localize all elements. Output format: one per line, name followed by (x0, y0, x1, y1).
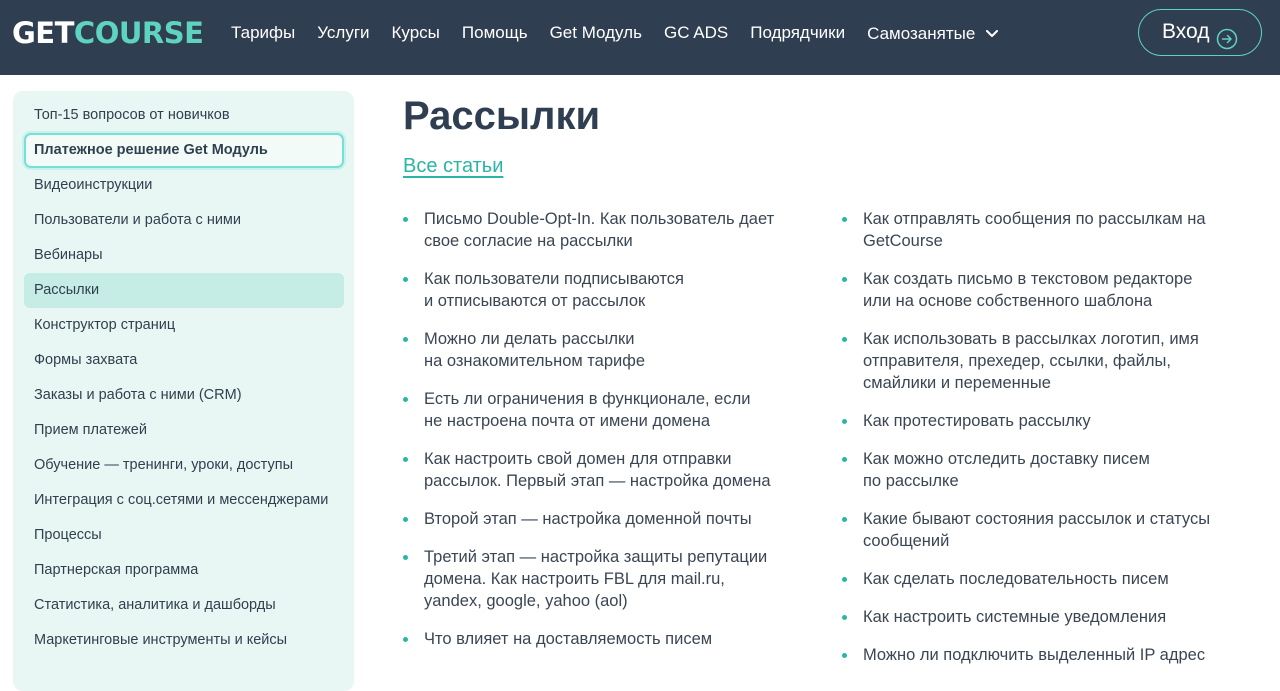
sidebar-item-payments[interactable]: Прием платежей (24, 413, 344, 448)
sidebar-item-get-module-payment[interactable]: Платежное решение Get Модуль (24, 133, 344, 168)
article-line: Как настроить системные уведомления (863, 608, 1167, 626)
article-line: свое согласие на рассылки (424, 232, 633, 250)
article-link[interactable]: Второй этап — настройка доменной почты (403, 508, 813, 530)
article-line: или на основе собственного шаблона (863, 292, 1153, 310)
article-line: GetCourse (863, 232, 943, 250)
nav-self-employed[interactable]: Самозанятые (856, 22, 1009, 44)
article-line: и отписываются от рассылок (424, 292, 646, 310)
article-link[interactable]: Можно ли делать рассылки на ознакомитель… (403, 328, 813, 372)
article-line: Как пользователи подписываются (424, 270, 684, 288)
article-line: не настроена почта от имени домена (424, 412, 711, 430)
sidebar-item-webinars[interactable]: Вебинары (24, 238, 344, 273)
article-line: Третий этап — настройка защиты репутации (424, 548, 768, 566)
all-articles-link[interactable]: Все статьи (403, 154, 503, 178)
article-line: Что влияет на доставляемость писем (424, 630, 713, 648)
article-line: Второй этап — настройка доменной почты (424, 510, 752, 528)
article-line: Как использовать в рассылках логотип, им… (863, 330, 1199, 348)
sidebar-item-mailings[interactable]: Рассылки (24, 273, 344, 308)
sidebar-item-orders-crm[interactable]: Заказы и работа с ними (CRM) (24, 378, 344, 413)
nav-tariffs[interactable]: Тарифы (220, 22, 306, 44)
arrow-right-circle-icon (1216, 22, 1238, 66)
sidebar-item-video-instructions[interactable]: Видеоинструкции (24, 168, 344, 203)
article-link[interactable]: Третий этап — настройка защиты репутации… (403, 546, 813, 612)
sidebar-item-top15[interactable]: Топ-15 вопросов от новичков (24, 98, 344, 133)
article-link[interactable]: Как можно отследить доставку писем по ра… (842, 448, 1252, 492)
article-line: Можно ли подключить выделенный IP адрес (863, 646, 1206, 664)
article-link[interactable]: Какие бывают состояния рассылок и статус… (842, 508, 1252, 552)
article-link[interactable]: Как настроить системные уведомления (842, 606, 1252, 628)
article-line: Как можно отследить доставку писем (863, 450, 1150, 468)
sidebar-item-processes[interactable]: Процессы (24, 518, 344, 553)
sidebar-item-marketing[interactable]: Маркетинговые инструменты и кейсы (24, 623, 344, 658)
article-link[interactable]: Как сделать последовательность писем (842, 568, 1252, 590)
article-line: Как настроить свой домен для отправки (424, 450, 732, 468)
article-link[interactable]: Как пользователи подписываются и отписыв… (403, 268, 813, 312)
nav-self-employed-label: Самозанятые (867, 24, 976, 43)
nav-services[interactable]: Услуги (306, 22, 380, 44)
nav-contractors[interactable]: Подрядчики (739, 22, 856, 44)
article-link[interactable]: Как протестировать рассылку (842, 410, 1252, 432)
articles-column-right: Как отправлять сообщения по рассылкам на… (842, 208, 1252, 682)
article-line: Как сделать последовательность писем (863, 570, 1169, 588)
articles-column-left: Письмо Double-Opt-In. Как пользователь д… (403, 208, 813, 666)
help-categories-sidebar: Топ-15 вопросов от новичков Платежное ре… (13, 91, 354, 691)
chevron-down-icon (986, 22, 999, 44)
article-link[interactable]: Как создать письмо в текстовом редакторе… (842, 268, 1252, 312)
article-line: Можно ли делать рассылки (424, 330, 635, 348)
sidebar-item-social-integration[interactable]: Интеграция с соц.сетями и мессенджерами (24, 483, 344, 518)
logo-course: COURSE (73, 16, 204, 50)
getcourse-logo[interactable]: GETCOURSE (12, 16, 204, 50)
article-line: на ознакомительном тарифе (424, 352, 645, 370)
article-line: yandex, google, yahoo (aol) (424, 592, 628, 610)
nav-help[interactable]: Помощь (451, 22, 539, 44)
nav-get-module[interactable]: Get Модуль (539, 22, 653, 44)
article-link[interactable]: Как настроить свой домен для отправки ра… (403, 448, 813, 492)
article-line: Какие бывают состояния рассылок и статус… (863, 510, 1211, 528)
article-link[interactable]: Что влияет на доставляемость писем (403, 628, 813, 650)
login-label: Вход (1162, 20, 1210, 43)
article-line: домена. Как настроить FBL для mail.ru, (424, 570, 725, 588)
article-line: Есть ли ограничения в функционале, если (424, 390, 751, 408)
page-title: Рассылки (403, 94, 601, 138)
sidebar-item-capture-forms[interactable]: Формы захвата (24, 343, 344, 378)
article-link[interactable]: Как использовать в рассылках логотип, им… (842, 328, 1252, 394)
article-line: сообщений (863, 532, 950, 550)
sidebar-item-statistics[interactable]: Статистика, аналитика и дашборды (24, 588, 344, 623)
article-line: Как отправлять сообщения по рассылкам на (863, 210, 1206, 228)
nav-courses[interactable]: Курсы (381, 22, 451, 44)
article-line: по рассылке (863, 472, 959, 490)
nav-gc-ads[interactable]: GC ADS (653, 22, 739, 44)
login-button[interactable]: Вход (1138, 9, 1262, 56)
logo-get: GET (12, 16, 74, 50)
sidebar-item-users[interactable]: Пользователи и работа с ними (24, 203, 344, 238)
sidebar-item-affiliate[interactable]: Партнерская программа (24, 553, 344, 588)
article-link[interactable]: Есть ли ограничения в функционале, если … (403, 388, 813, 432)
sidebar-item-education[interactable]: Обучение — тренинги, уроки, доступы (24, 448, 344, 483)
article-link[interactable]: Письмо Double-Opt-In. Как пользователь д… (403, 208, 813, 252)
main-nav: Тарифы Услуги Курсы Помощь Get Модуль GC… (220, 22, 1009, 44)
top-header: GETCOURSE Тарифы Услуги Курсы Помощь Get… (0, 0, 1280, 75)
article-line: рассылок. Первый этап — настройка домена (424, 472, 771, 490)
article-link[interactable]: Можно ли подключить выделенный IP адрес (842, 644, 1252, 666)
article-line: Как создать письмо в текстовом редакторе (863, 270, 1193, 288)
article-line: смайлики и переменные (863, 374, 1051, 392)
article-line: Как протестировать рассылку (863, 412, 1091, 430)
article-link[interactable]: Как отправлять сообщения по рассылкам на… (842, 208, 1252, 252)
sidebar-item-page-builder[interactable]: Конструктор страниц (24, 308, 344, 343)
article-line: Письмо Double-Opt-In. Как пользователь д… (424, 210, 775, 228)
article-line: отправителя, прехедер, ссылки, файлы, (863, 352, 1171, 370)
